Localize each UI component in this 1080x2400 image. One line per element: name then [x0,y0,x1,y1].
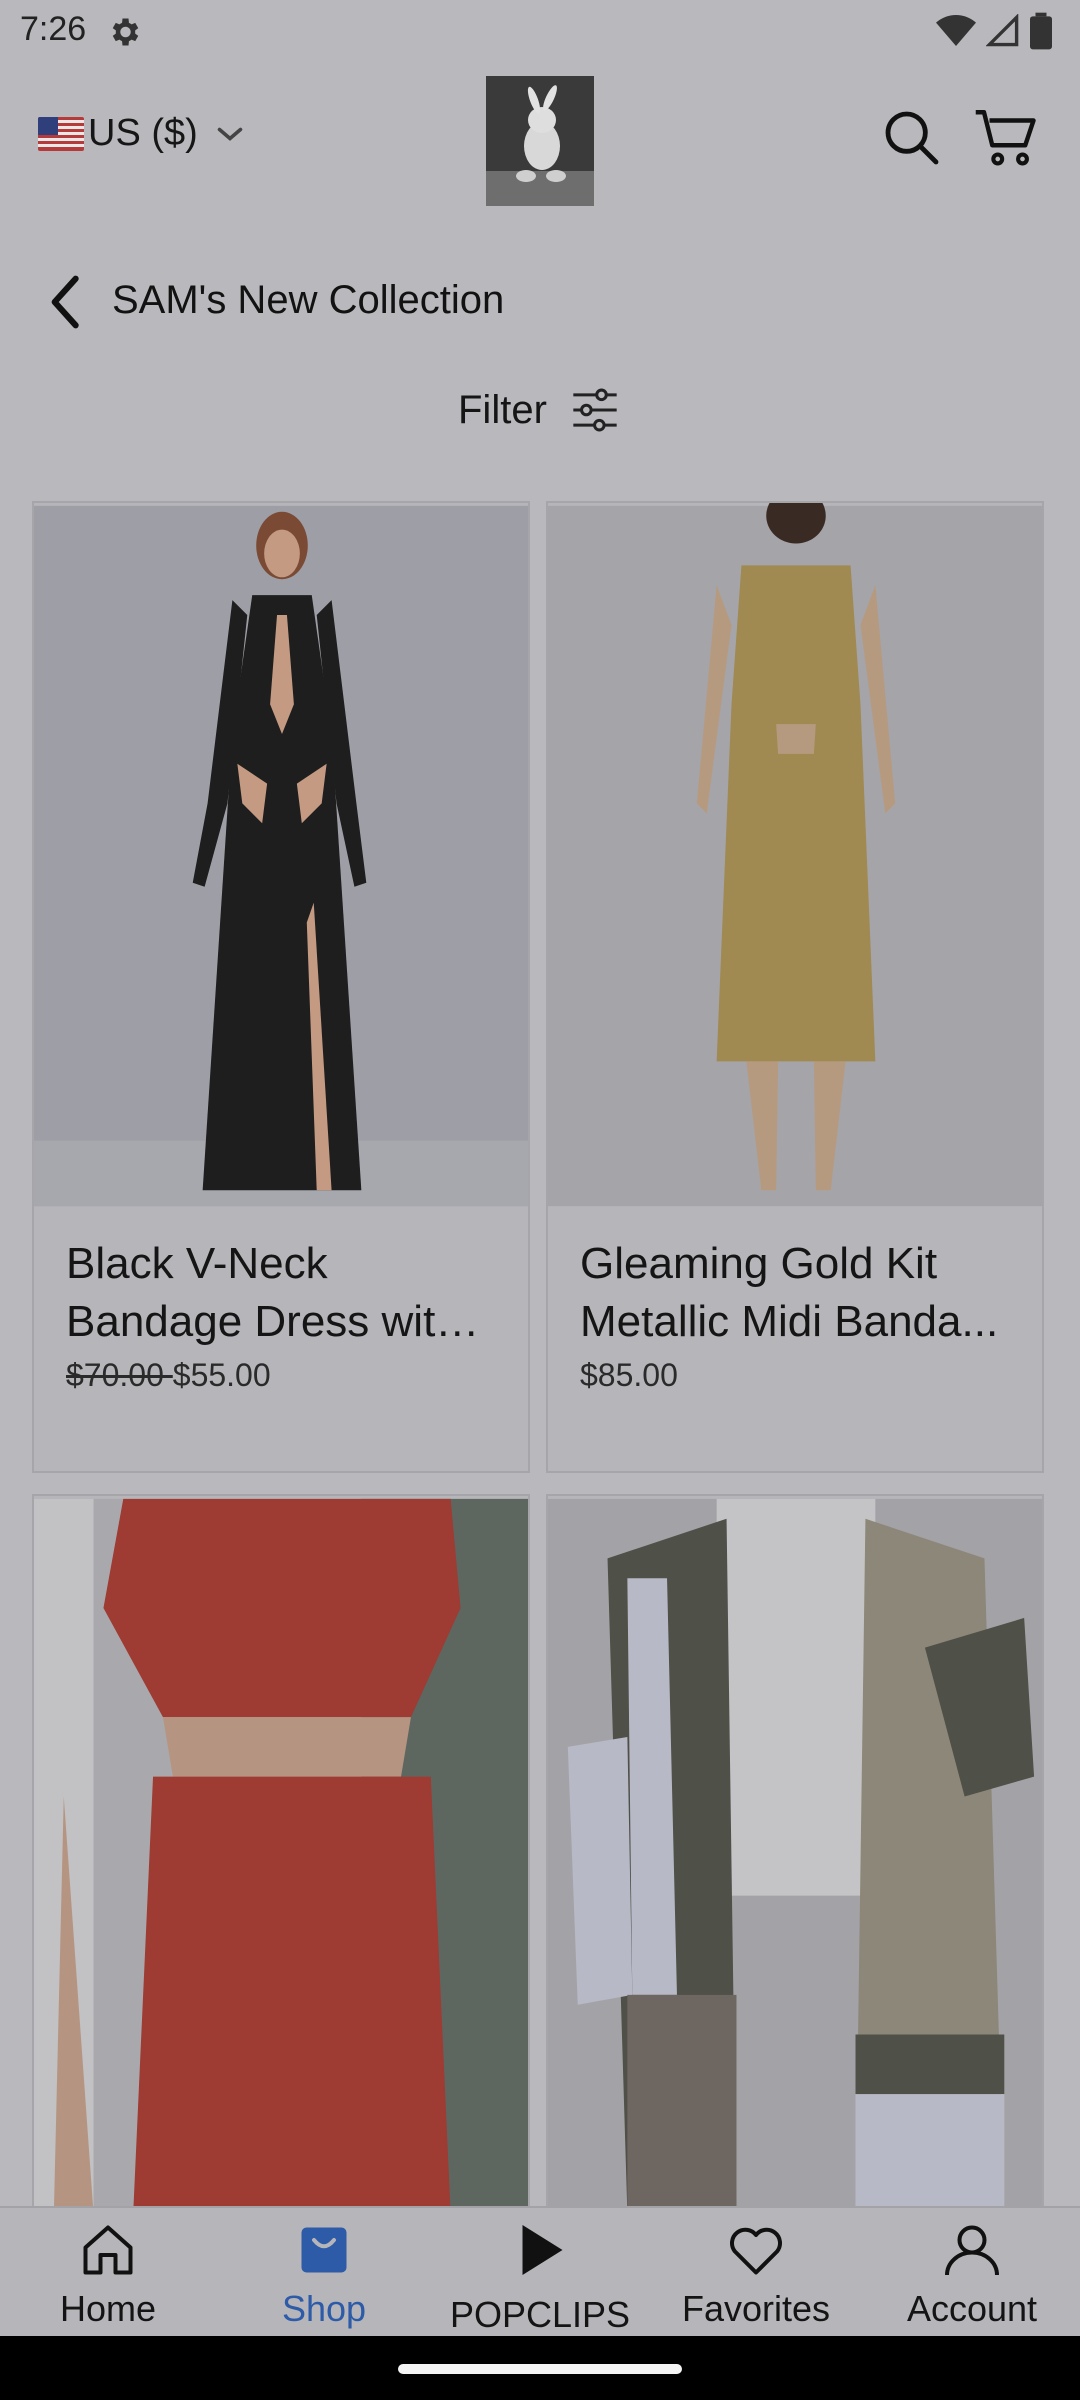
search-icon[interactable] [880,106,944,170]
account-icon [945,2225,999,2276]
status-bar: 7:26 [0,0,1080,66]
brand-logo[interactable] [486,76,594,206]
product-name: Black V-Neck Bandage Dress with .. [66,1239,460,1346]
product-info: Black V-Neck Bandage Dress with .. $70.0… [34,1235,528,1394]
chevron-down-icon [217,127,243,141]
nav-label: Favorites [681,2288,831,2329]
system-gesture-bar [0,2336,1080,2400]
nav-item-account[interactable]: Account [864,2208,1080,2338]
bottom-navigation: Home Shop POPCLIPS Favorites Account [0,2206,1080,2336]
product-card[interactable]: Gleaming Gold Kit Metallic Midi Banda...… [546,501,1044,1473]
play-icon [522,2225,563,2275]
sale-price: $55.00 [172,1357,271,1393]
filter-button[interactable]: Filter [458,384,621,436]
price-row: $85.00 [580,1357,1010,1394]
back-arrow-icon[interactable] [44,274,84,330]
heart-icon [730,2227,782,2275]
product-image [548,503,1042,1207]
product-card[interactable] [32,1494,530,2214]
app-header: US ($) [0,66,1080,216]
status-icons [936,12,1052,50]
currency-label: US ($) [88,112,198,154]
nav-label: Account [906,2288,1038,2329]
nav-item-shop[interactable]: Shop [216,2208,432,2338]
screen: 7:26 US ($) SAM's New Collection Filter … [0,0,1080,2400]
settings-gear-icon [112,18,139,46]
product-name: Gleaming Gold Kit Metallic Midi Banda... [580,1239,999,1346]
product-card[interactable]: Black V-Neck Bandage Dress with .. $70.0… [32,501,530,1473]
nav-item-popclips[interactable]: POPCLIPS [432,2208,648,2338]
product-image [34,1498,528,2212]
status-time: 7:26 [20,10,87,48]
collection-title-row: SAM's New Collection [0,258,1080,348]
cart-icon[interactable] [972,104,1040,170]
signal-icon [986,14,1019,47]
nav-label: POPCLIPS [449,2294,631,2335]
price-row: $70.00 $55.00 [66,1357,496,1394]
home-gesture-handle[interactable] [398,2364,682,2374]
sliders-icon [573,388,617,432]
page-title: SAM's New Collection [112,278,505,322]
shop-bag-icon [301,2227,347,2273]
home-icon [83,2225,133,2275]
nav-item-home[interactable]: Home [0,2208,216,2338]
nav-label: Shop [281,2288,367,2329]
nav-item-favorites[interactable]: Favorites [648,2208,864,2338]
product-image [548,1498,1042,2212]
filter-label: Filter [458,387,547,432]
battery-icon [1030,12,1052,50]
us-flag-icon [38,116,84,151]
product-info: Gleaming Gold Kit Metallic Midi Banda...… [548,1235,1042,1394]
currency-selector[interactable]: US ($) [38,112,248,155]
product-card[interactable] [546,1494,1044,2214]
price: $85.00 [580,1357,678,1393]
product-image [34,505,528,1207]
wifi-icon [936,15,976,46]
nav-label: Home [59,2288,157,2329]
original-price: $70.00 [66,1357,173,1393]
